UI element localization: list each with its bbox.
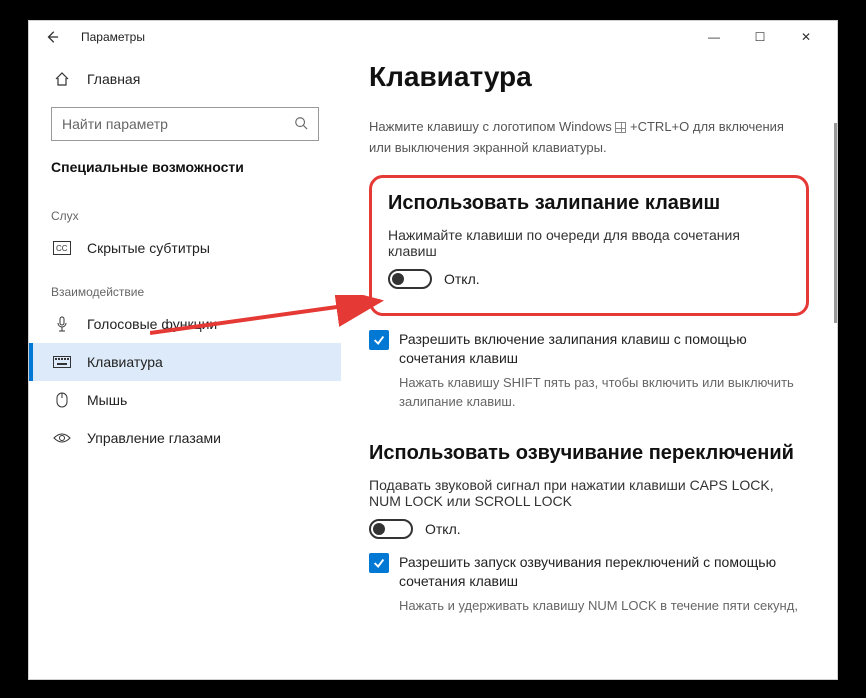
app-title: Параметры (81, 30, 145, 44)
home-icon (51, 71, 73, 87)
sticky-keys-toggle[interactable] (388, 269, 432, 289)
togglekeys-shortcut-row: Разрешить запуск озвучивания переключени… (369, 553, 809, 616)
sidebar-item-label: Голосовые функции (87, 316, 217, 332)
mic-icon (51, 316, 73, 332)
settings-window: Параметры — ☐ ✕ Главная Найти параметр С… (28, 20, 838, 680)
window-body: Главная Найти параметр Специальные возмо… (29, 53, 837, 679)
toggle-keys-toggle-row: Откл. (369, 519, 809, 539)
toggle-keys-title: Использовать озвучивание переключений (369, 442, 809, 465)
toggle-keys-toggle-state: Откл. (425, 521, 461, 537)
sidebar-item-label: Клавиатура (87, 354, 163, 370)
sticky-keys-desc: Нажимайте клавиши по очереди для ввода с… (388, 227, 790, 259)
eye-icon (51, 432, 73, 444)
sidebar-item-label: Мышь (87, 392, 127, 408)
sidebar-category-header: Специальные возможности (29, 153, 341, 191)
toggle-keys-desc: Подавать звуковой сигнал при нажатии кла… (369, 477, 809, 509)
group-label-hearing: Слух (29, 191, 341, 229)
scrollbar[interactable] (834, 123, 837, 323)
content-pane: Клавиатура Нажмите клавишу с логотипом W… (341, 53, 837, 679)
sidebar-item-speech[interactable]: Голосовые функции (29, 305, 341, 343)
sidebar-item-label: Скрытые субтитры (87, 240, 210, 256)
windows-key-icon (615, 122, 626, 133)
togglekeys-shortcut-label: Разрешить запуск озвучивания переключени… (399, 553, 809, 592)
search-input[interactable]: Найти параметр (51, 107, 319, 141)
sticky-keys-toggle-state: Откл. (444, 271, 480, 287)
keyboard-icon (51, 356, 73, 368)
sticky-shortcut-row: Разрешить включение залипания клавиш с п… (369, 330, 809, 412)
check-icon (372, 333, 386, 347)
sticky-keys-toggle-row: Откл. (388, 269, 790, 289)
search-icon (294, 116, 308, 133)
sticky-shortcut-sub: Нажать клавишу SHIFT пять раз, чтобы вкл… (399, 373, 809, 412)
sidebar-home[interactable]: Главная (29, 61, 341, 97)
sticky-shortcut-label: Разрешить включение залипания клавиш с п… (399, 330, 809, 369)
sidebar-item-eye[interactable]: Управление глазами (29, 419, 341, 457)
back-arrow-icon (45, 30, 59, 44)
toggle-keys-section: Использовать озвучивание переключений По… (369, 442, 809, 616)
back-button[interactable] (37, 22, 67, 52)
sidebar-item-mouse[interactable]: Мышь (29, 381, 341, 419)
toggle-keys-toggle[interactable] (369, 519, 413, 539)
search-placeholder: Найти параметр (62, 116, 168, 132)
check-icon (372, 556, 386, 570)
onscreen-keyboard-hint: Нажмите клавишу с логотипом Windows +CTR… (369, 117, 809, 159)
maximize-button[interactable]: ☐ (737, 22, 783, 52)
page-title: Клавиатура (369, 61, 809, 93)
group-label-interaction: Взаимодействие (29, 267, 341, 305)
window-controls: — ☐ ✕ (691, 22, 829, 52)
sticky-shortcut-checkbox[interactable] (369, 330, 389, 350)
togglekeys-shortcut-checkbox[interactable] (369, 553, 389, 573)
captions-icon: CC (51, 241, 73, 255)
sidebar-home-label: Главная (87, 71, 140, 87)
sidebar-item-captions[interactable]: CC Скрытые субтитры (29, 229, 341, 267)
togglekeys-shortcut-sub: Нажать и удерживать клавишу NUM LOCK в т… (399, 596, 809, 616)
sidebar-item-label: Управление глазами (87, 430, 221, 446)
sidebar-item-keyboard[interactable]: Клавиатура (29, 343, 341, 381)
sticky-keys-title: Использовать залипание клавиш (388, 192, 790, 215)
close-button[interactable]: ✕ (783, 22, 829, 52)
mouse-icon (51, 392, 73, 408)
svg-text:CC: CC (56, 244, 68, 253)
sidebar: Главная Найти параметр Специальные возмо… (29, 53, 341, 679)
minimize-button[interactable]: — (691, 22, 737, 52)
sticky-keys-section-highlight: Использовать залипание клавиш Нажимайте … (369, 175, 809, 316)
titlebar: Параметры — ☐ ✕ (29, 21, 837, 53)
